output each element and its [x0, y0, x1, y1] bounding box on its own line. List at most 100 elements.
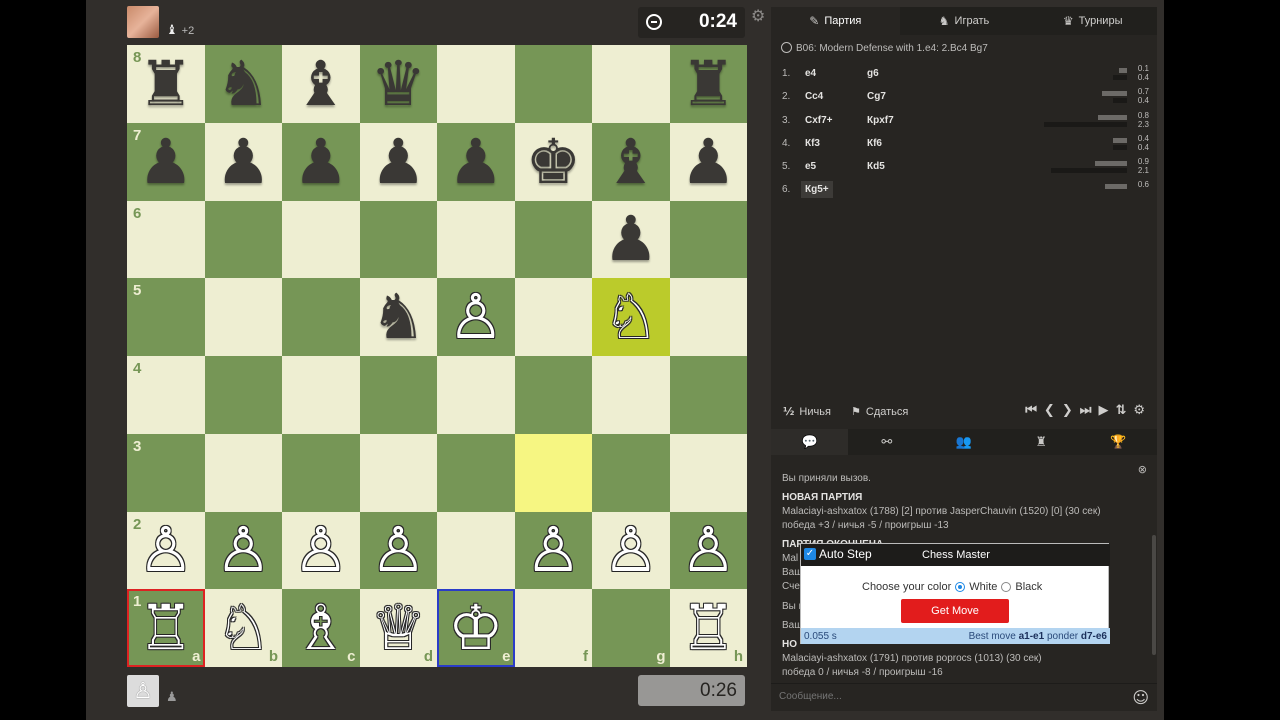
- piece-c1[interactable]: ♗: [293, 597, 349, 659]
- square-h7[interactable]: ♟: [669, 122, 747, 201]
- square-d1[interactable]: ♕ d: [359, 589, 437, 667]
- square-b3[interactable]: [204, 433, 282, 512]
- square-d4[interactable]: [359, 356, 437, 434]
- square-a7[interactable]: ♟ 7: [127, 122, 205, 201]
- piece-h2[interactable]: ♙: [680, 519, 736, 581]
- square-a8[interactable]: ♜ 8: [127, 45, 205, 123]
- white-move[interactable]: e5: [805, 161, 816, 172]
- square-h8[interactable]: ♜: [669, 45, 747, 123]
- square-a3[interactable]: 3: [127, 433, 205, 512]
- square-e1[interactable]: ♔ e: [437, 589, 515, 667]
- square-c4[interactable]: [282, 356, 360, 434]
- square-f1[interactable]: f: [514, 589, 592, 667]
- square-d8[interactable]: ♛: [359, 45, 437, 123]
- emoji-icon[interactable]: ☺: [1132, 688, 1149, 707]
- square-f7[interactable]: ♚: [514, 122, 592, 201]
- square-e7[interactable]: ♟: [437, 122, 515, 201]
- binoculars-icon[interactable]: ⚯: [848, 429, 925, 455]
- white-move[interactable]: Сxf7+: [805, 115, 833, 126]
- square-a2[interactable]: ♙ 2: [127, 511, 205, 590]
- square-b2[interactable]: ♙: [204, 511, 282, 590]
- square-d5[interactable]: ♞: [359, 278, 437, 356]
- square-f2[interactable]: ♙: [514, 511, 592, 590]
- black-move[interactable]: g6: [867, 68, 879, 79]
- chat-scrollbar[interactable]: [1152, 535, 1156, 655]
- square-c2[interactable]: ♙: [282, 511, 360, 590]
- piece-d8[interactable]: ♛: [370, 52, 426, 115]
- piece-f2[interactable]: ♙: [525, 519, 581, 581]
- piece-g5[interactable]: ♘: [603, 286, 659, 348]
- white-move[interactable]: Сс4: [805, 91, 823, 102]
- piece-g2[interactable]: ♙: [603, 519, 659, 581]
- piece-a8[interactable]: ♜: [138, 52, 194, 115]
- player-avatar[interactable]: ♙: [127, 675, 159, 707]
- square-e8[interactable]: [437, 45, 515, 123]
- clear-chat-icon[interactable]: ⊗: [1138, 463, 1147, 476]
- white-move[interactable]: Кg5+: [801, 181, 833, 199]
- piece-e5[interactable]: ♙: [448, 286, 504, 348]
- message-input[interactable]: [779, 691, 1119, 702]
- first-move-icon[interactable]: ⏮: [1025, 403, 1037, 418]
- chess-board[interactable]: ♜ 8 ♞ ♝ ♛ ♜ ♟ 7 ♟ ♟ ♟ ♟ ♚ ♝ ♟ 6 ♟ 5 ♞ ♙ ♘ 4 3 ♙ 2 ♙ ♙ ♙ ♙ ♙ ♙ ♖ 1 a ♘ b ♗ c ♕ d…: [127, 45, 747, 667]
- square-c7[interactable]: ♟: [282, 122, 360, 201]
- piece-b8[interactable]: ♞: [215, 52, 271, 115]
- square-b5[interactable]: [204, 278, 282, 356]
- square-g4[interactable]: [592, 356, 670, 434]
- square-f4[interactable]: [514, 356, 592, 434]
- square-c8[interactable]: ♝: [282, 45, 360, 123]
- piece-d1[interactable]: ♕: [370, 597, 426, 659]
- square-h5[interactable]: [669, 278, 747, 356]
- square-e3[interactable]: [437, 433, 515, 512]
- black-move[interactable]: Кd5: [867, 161, 885, 172]
- square-e6[interactable]: [437, 200, 515, 279]
- piece-b7[interactable]: ♟: [215, 130, 271, 193]
- square-d3[interactable]: [359, 433, 437, 512]
- square-e5[interactable]: ♙: [437, 278, 515, 356]
- piece-h8[interactable]: ♜: [680, 52, 736, 115]
- square-c5[interactable]: [282, 278, 360, 356]
- square-g2[interactable]: ♙: [592, 511, 670, 590]
- chat-bubble-icon[interactable]: 💬: [771, 429, 849, 455]
- square-e2[interactable]: [437, 511, 515, 590]
- trophy-icon[interactable]: 🏆: [1080, 429, 1157, 455]
- pieces-icon[interactable]: ♜: [1003, 429, 1080, 455]
- resign-button[interactable]: ⚑ Сдаться: [851, 405, 908, 418]
- square-f3[interactable]: [514, 433, 592, 512]
- piece-g7[interactable]: ♝: [603, 130, 659, 193]
- square-c6[interactable]: [282, 200, 360, 279]
- play-icon[interactable]: ▶: [1098, 403, 1108, 418]
- piece-c2[interactable]: ♙: [293, 519, 349, 581]
- board-settings-gear-icon[interactable]: ⚙: [751, 6, 765, 25]
- checkbox-checked-icon[interactable]: ✓: [804, 548, 816, 560]
- square-c1[interactable]: ♗ c: [282, 589, 360, 667]
- settings-gear-icon[interactable]: ⚙: [1133, 403, 1145, 418]
- piece-d2[interactable]: ♙: [370, 519, 426, 581]
- piece-b1[interactable]: ♘: [215, 597, 271, 659]
- piece-a2[interactable]: ♙: [138, 519, 194, 581]
- square-f6[interactable]: [514, 200, 592, 279]
- white-move[interactable]: Кf3: [805, 138, 820, 149]
- previous-move-icon[interactable]: ❮: [1044, 403, 1055, 418]
- friends-icon[interactable]: 👥: [925, 429, 1002, 455]
- square-b6[interactable]: [204, 200, 282, 279]
- square-d6[interactable]: [359, 200, 437, 279]
- black-move[interactable]: Крxf7: [867, 115, 894, 126]
- piece-e1[interactable]: ♔: [448, 597, 504, 659]
- piece-b2[interactable]: ♙: [215, 519, 271, 581]
- square-b7[interactable]: ♟: [204, 122, 282, 201]
- piece-g6[interactable]: ♟: [603, 208, 659, 270]
- square-c3[interactable]: [282, 433, 360, 512]
- square-d7[interactable]: ♟: [359, 122, 437, 201]
- square-b1[interactable]: ♘ b: [204, 589, 282, 667]
- square-b4[interactable]: [204, 356, 282, 434]
- tab-tournaments[interactable]: ♛ Турниры: [1028, 7, 1157, 35]
- piece-d5[interactable]: ♞: [370, 286, 426, 348]
- square-h3[interactable]: [669, 433, 747, 512]
- last-move-icon[interactable]: ⏭: [1080, 403, 1092, 418]
- square-g6[interactable]: ♟: [592, 200, 670, 279]
- square-a4[interactable]: 4: [127, 356, 205, 434]
- square-h4[interactable]: [669, 356, 747, 434]
- square-g1[interactable]: g: [592, 589, 670, 667]
- square-f5[interactable]: [514, 278, 592, 356]
- square-g7[interactable]: ♝: [592, 122, 670, 201]
